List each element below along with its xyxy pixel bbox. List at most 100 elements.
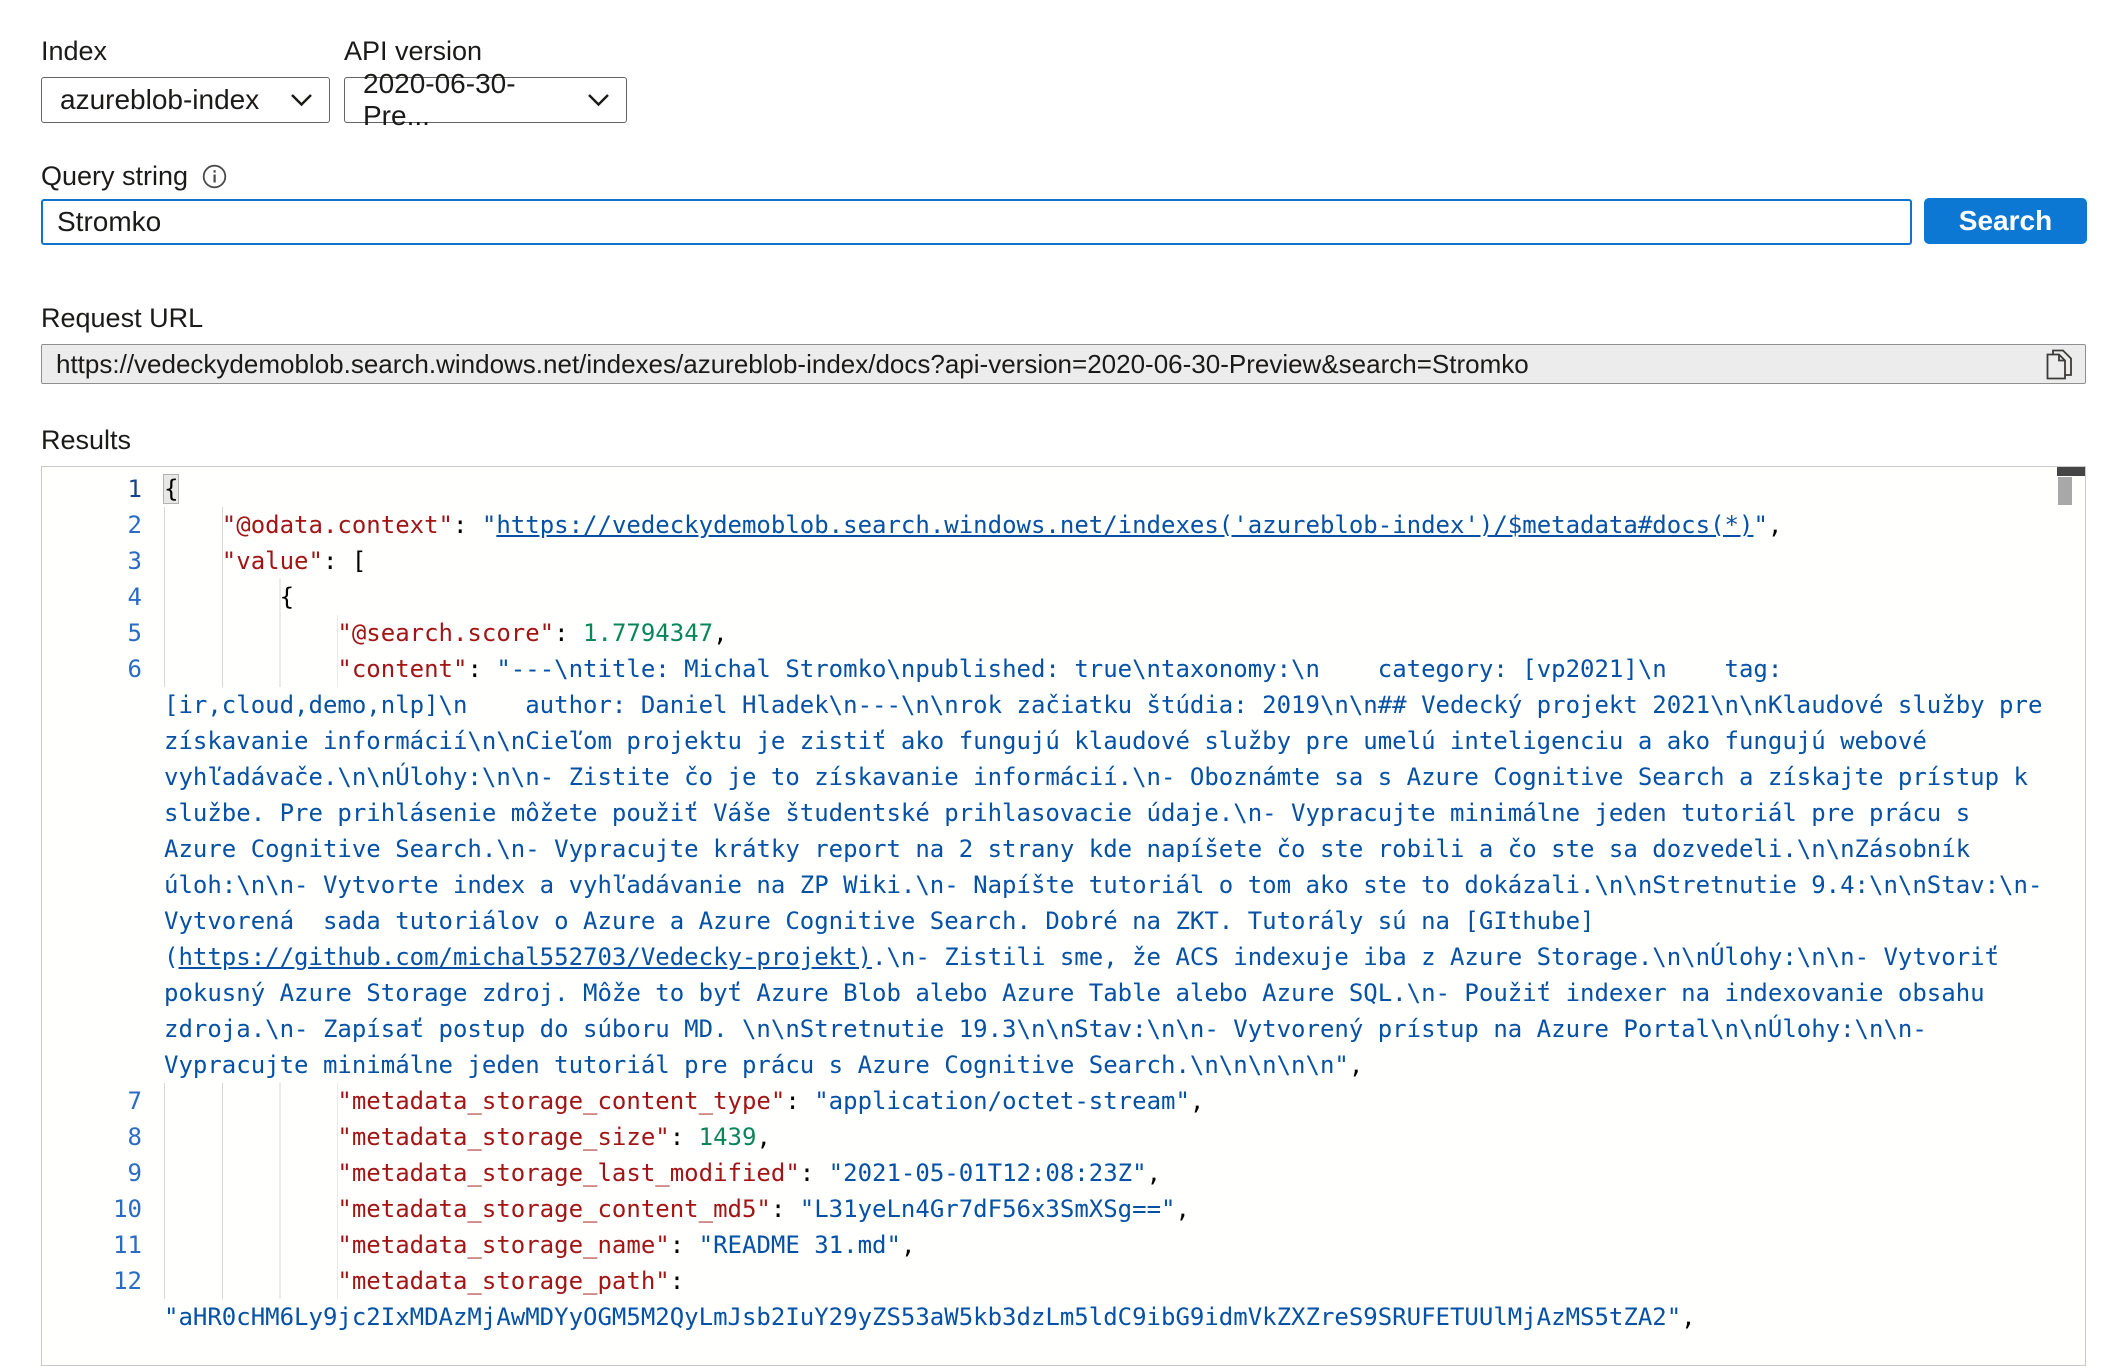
code-token-punct [164, 1087, 337, 1115]
code-token-punct: , [1175, 1195, 1189, 1223]
code-token-punct [164, 1195, 337, 1223]
code-token-punct: : [771, 1195, 800, 1223]
code-token-punct [164, 1267, 337, 1295]
code-token-key: "metadata_storage_content_md5" [337, 1195, 770, 1223]
api-version-dropdown-value: 2020-06-30-Pre... [363, 68, 573, 132]
code-line: 8 "metadata_storage_size": 1439, [42, 1119, 2085, 1155]
request-url-box: https://vedeckydemoblob.search.windows.n… [41, 344, 2086, 384]
code-token-str: "README 31.md" [699, 1231, 901, 1259]
line-number: 10 [42, 1191, 142, 1227]
code-link[interactable]: https://github.com/michal552703/Vedecky-… [178, 943, 872, 971]
code-line: 6 "content": "---\ntitle: Michal Stromko… [42, 651, 2085, 1083]
index-dropdown[interactable]: azureblob-index [41, 77, 330, 123]
code-token-brace: { [164, 475, 178, 503]
line-number: 3 [42, 543, 142, 579]
request-url-label: Request URL [41, 303, 203, 334]
code-line: 3 "value": [ [42, 543, 2085, 579]
line-number: 1 [42, 471, 142, 507]
results-label: Results [41, 425, 131, 456]
code-token-key: "content" [337, 655, 467, 683]
code-line: 12 "metadata_storage_path": "aHR0cHM6Ly9… [42, 1263, 2085, 1335]
code-token-str: "2021-05-01T12:08:23Z" [829, 1159, 1147, 1187]
index-label: Index [41, 36, 107, 67]
search-button[interactable]: Search [1924, 198, 2087, 244]
code-token-punct: , [756, 1123, 770, 1151]
scrollbar-top-decoration [2057, 467, 2085, 476]
code-line: 5 "@search.score": 1.7794347, [42, 615, 2085, 651]
code-token-punct: , [1190, 1087, 1204, 1115]
code-line: 4 { [42, 579, 2085, 615]
code-token-punct [164, 1123, 337, 1151]
info-icon[interactable] [202, 164, 227, 196]
code-token-num: 1439 [699, 1123, 757, 1151]
code-area: 1{2 "@odata.context": "https://vedeckyde… [42, 467, 2085, 1335]
code-token-punct: : [670, 1123, 699, 1151]
code-token-punct: , [1349, 1051, 1363, 1079]
code-line: 2 "@odata.context": "https://vedeckydemo… [42, 507, 2085, 543]
code-token-str: "application/octet-stream" [814, 1087, 1190, 1115]
code-token-punct [164, 547, 222, 575]
code-token-punct [164, 511, 222, 539]
code-line: 11 "metadata_storage_name": "README 31.m… [42, 1227, 2085, 1263]
code-token-punct: : [554, 619, 583, 647]
code-token-punct: , [1147, 1159, 1161, 1187]
code-line: 1{ [42, 471, 2085, 507]
code-token-punct [164, 619, 337, 647]
code-token-punct: { [164, 583, 294, 611]
code-token-punct [164, 655, 337, 683]
code-token-str: "---\ntitle: Michal Stromko\npublished: … [164, 655, 2057, 971]
code-token-punct: , [713, 619, 727, 647]
code-token-punct: : [670, 1231, 699, 1259]
code-token-punct [164, 1159, 337, 1187]
line-number: 4 [42, 579, 142, 615]
code-token-key: "metadata_storage_content_type" [337, 1087, 785, 1115]
code-token-punct: , [1681, 1303, 1695, 1331]
code-token-key: "metadata_storage_name" [337, 1231, 669, 1259]
code-line: 10 "metadata_storage_content_md5": "L31y… [42, 1191, 2085, 1227]
code-token-punct: : [670, 1267, 699, 1295]
query-string-label-text: Query string [41, 161, 188, 191]
code-token-punct: : [453, 511, 482, 539]
code-token-punct: , [1768, 511, 1782, 539]
code-line: 7 "metadata_storage_content_type": "appl… [42, 1083, 2085, 1119]
code-link[interactable]: https://vedeckydemoblob.search.windows.n… [496, 511, 1753, 539]
api-version-label: API version [344, 36, 482, 67]
line-number: 7 [42, 1083, 142, 1119]
code-token-str: " [482, 511, 496, 539]
api-version-dropdown[interactable]: 2020-06-30-Pre... [344, 77, 627, 123]
code-token-key: "@odata.context" [222, 511, 453, 539]
code-token-str: " [1753, 511, 1767, 539]
query-string-input[interactable] [41, 199, 1912, 245]
line-number: 9 [42, 1155, 142, 1191]
chevron-down-icon [290, 93, 313, 108]
matched-brace: { [164, 475, 178, 503]
line-number: 6 [42, 651, 142, 687]
line-number: 5 [42, 615, 142, 651]
code-token-punct [164, 1231, 337, 1259]
query-string-label: Query string [41, 161, 227, 196]
code-token-punct: : [800, 1159, 829, 1187]
code-token-punct: : [467, 655, 496, 683]
search-explorer-page: { "page": { "index": { "label": "Index",… [0, 0, 2124, 1332]
index-dropdown-value: azureblob-index [60, 84, 259, 116]
code-token-key: "metadata_storage_last_modified" [337, 1159, 799, 1187]
line-number: 12 [42, 1263, 142, 1299]
results-json-editor[interactable]: 1{2 "@odata.context": "https://vedeckyde… [41, 466, 2086, 1366]
code-token-punct: , [901, 1231, 915, 1259]
chevron-down-icon [587, 93, 610, 108]
code-token-key: "metadata_storage_size" [337, 1123, 669, 1151]
code-token-strblock: "aHR0cHM6Ly9jc2IxMDAzMjAwMDYyOGM5M2QyLmJ… [164, 1299, 1681, 1335]
request-url-value: https://vedeckydemoblob.search.windows.n… [42, 349, 2033, 380]
code-token-str: "L31yeLn4Gr7dF56x3SmXSg==" [800, 1195, 1176, 1223]
code-token-punct: : [785, 1087, 814, 1115]
copy-icon[interactable] [2033, 348, 2085, 381]
code-token-key: "metadata_storage_path" [337, 1267, 669, 1295]
code-token-punct: : [ [323, 547, 366, 575]
code-token-key: "@search.score" [337, 619, 554, 647]
line-number: 2 [42, 507, 142, 543]
line-number: 11 [42, 1227, 142, 1263]
code-token-key: "value" [222, 547, 323, 575]
line-number: 8 [42, 1119, 142, 1155]
vertical-scrollbar-thumb[interactable] [2058, 477, 2072, 505]
code-token-num: 1.7794347 [583, 619, 713, 647]
